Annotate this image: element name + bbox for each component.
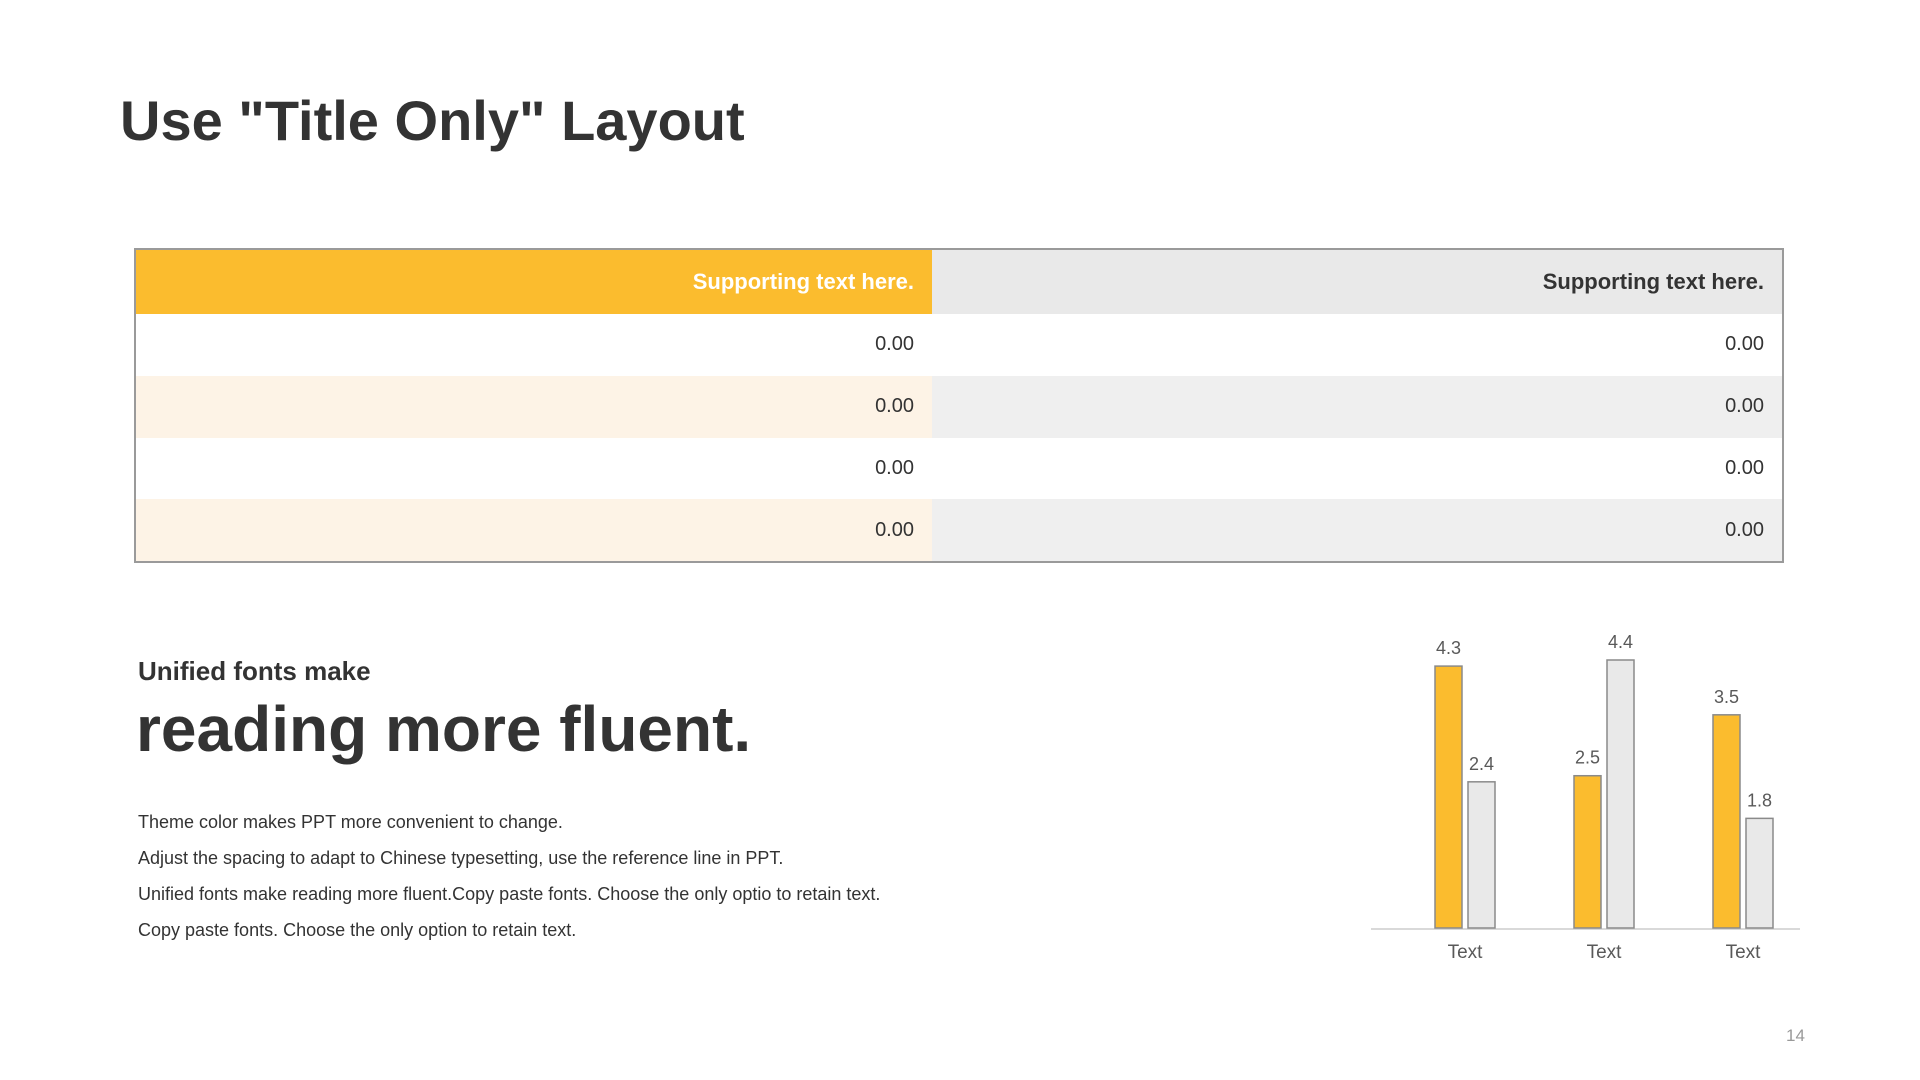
table-cell-r3-c1: 0.00: [136, 437, 932, 500]
x-tick-label: Text: [1587, 942, 1623, 963]
table-cell-r2-c1: 0.00: [136, 375, 932, 438]
body-line: Adjust the spacing to adapt to Chinese t…: [138, 848, 784, 868]
slide-title: Use "Title Only" Layout: [120, 89, 745, 152]
bar-3-series-1: [1712, 714, 1741, 929]
table-cell-r4-c2: 0.00: [932, 499, 1782, 561]
data-label: 4.3: [1436, 638, 1461, 658]
bar-1-series-2: [1467, 781, 1496, 929]
body-text: Theme color makes PPT more convenient to…: [138, 804, 880, 948]
data-label: 1.8: [1747, 790, 1772, 810]
bar-1-series-1: [1434, 665, 1463, 929]
data-table: Supporting text here. Supporting text he…: [134, 248, 1784, 563]
subheading: Unified fonts make: [138, 656, 371, 686]
bar-3-series-2: [1745, 817, 1774, 929]
body-line: Copy paste fonts. Choose the only option…: [138, 920, 577, 940]
data-label: 3.5: [1714, 687, 1739, 707]
table-cell-r2-c2: 0.00: [932, 375, 1782, 438]
table-header-col-2: Supporting text here.: [932, 250, 1782, 314]
bar-chart: 4.3 2.4 Text 2.5 4.4 Text 3.5 1.8 Text: [1371, 632, 1800, 963]
bar-2-series-1: [1573, 774, 1602, 929]
table-header-col-1: Supporting text here.: [136, 250, 932, 314]
page-number: 14: [1786, 1026, 1805, 1045]
data-label: 2.5: [1575, 748, 1600, 768]
data-label: 2.4: [1469, 754, 1494, 774]
table-cell-r4-c1: 0.00: [136, 499, 932, 561]
headline: reading more fluent.: [136, 693, 752, 765]
body-line: Theme color makes PPT more convenient to…: [138, 812, 563, 832]
table-cell-r1-c1: 0.00: [136, 314, 932, 376]
body-line: Unified fonts make reading more fluent.C…: [138, 884, 881, 904]
x-tick-label: Text: [1726, 942, 1762, 963]
table-cell-r3-c2: 0.00: [932, 437, 1782, 500]
data-label: 4.4: [1608, 632, 1633, 652]
table-cell-r1-c2: 0.00: [932, 314, 1782, 376]
bar-2-series-2: [1606, 659, 1635, 929]
x-tick-label: Text: [1448, 942, 1484, 963]
